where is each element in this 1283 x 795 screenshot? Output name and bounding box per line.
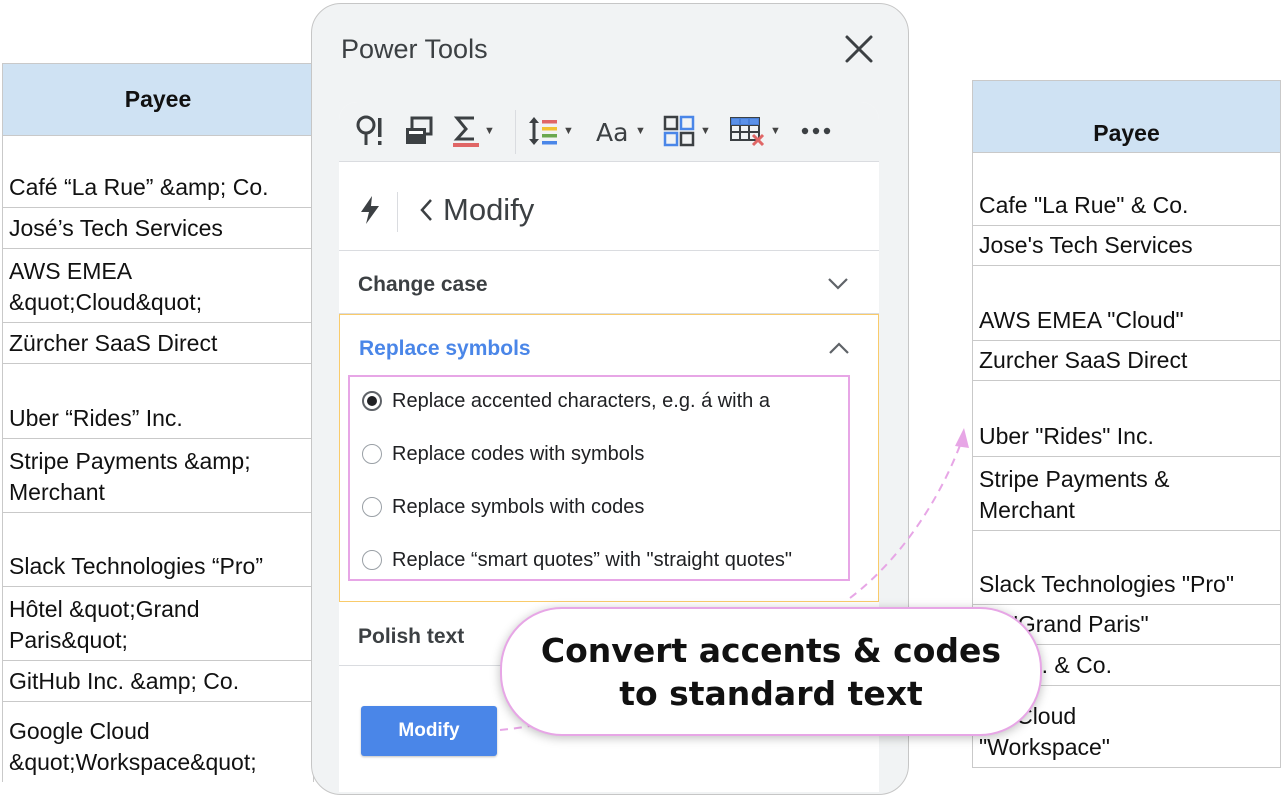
sheets-tool[interactable] (404, 114, 434, 148)
close-button[interactable] (842, 32, 876, 66)
chevron-down-icon: ▼ (484, 125, 495, 137)
table-row[interactable]: Uber "Rides" Inc. (973, 381, 1280, 457)
chevron-down-icon: ▼ (770, 125, 781, 137)
grid-icon (663, 115, 695, 147)
svg-text:Aa: Aa (596, 118, 628, 147)
radio[interactable] (362, 444, 382, 464)
callout-line: to standard text (619, 673, 923, 713)
more-tools-button[interactable] (801, 114, 831, 148)
column-header-payee[interactable]: Payee (3, 64, 313, 136)
callout-line: Convert accents & codes (540, 630, 1002, 670)
radio[interactable] (362, 497, 382, 517)
line-spacing-icon (529, 117, 557, 145)
chevron-down-icon: ▼ (700, 125, 711, 137)
callout-bubble: Convert accents & codes to standard text (500, 607, 1042, 736)
text-tool[interactable]: Aa ▼ (596, 114, 646, 148)
source-sheet: Payee Café “La Rue” &amp; Co. José’s Tec… (2, 63, 314, 782)
sum-icon (453, 116, 479, 147)
table-row[interactable]: Slack Technologies "Pro" (973, 531, 1280, 605)
chevron-down-icon: ▼ (635, 125, 646, 137)
close-icon (845, 35, 873, 63)
toolbar-divider (515, 110, 516, 154)
table-row[interactable]: Stripe Payments &amp; Merchant (3, 439, 313, 513)
replace-options-group: Replace accented characters, e.g. á with… (348, 375, 850, 581)
radio[interactable] (362, 550, 382, 570)
option-label: Replace “smart quotes” with "straight qu… (392, 548, 792, 571)
radio-selected[interactable] (362, 391, 382, 411)
panel-title: Power Tools (341, 34, 488, 64)
table-row[interactable]: AWS EMEA &quot;Cloud&quot; (3, 249, 313, 323)
table-row[interactable]: Uber “Rides” Inc. (3, 364, 313, 439)
page-title: Modify (443, 192, 535, 227)
section-change-case[interactable]: Change case (339, 251, 879, 314)
option-replace-accented[interactable]: Replace accented characters, e.g. á with… (362, 388, 770, 414)
toolbar: ▼ ▼ Aa ▼ ▼ ▼ (339, 102, 879, 162)
split-tool[interactable]: ▼ (663, 114, 711, 148)
table-row[interactable]: José’s Tech Services (3, 208, 313, 249)
line-spacing-tool[interactable]: ▼ (528, 114, 574, 148)
section-title[interactable]: Replace symbols (359, 337, 531, 361)
chevron-down-icon: ▼ (563, 125, 574, 137)
table-row[interactable]: Stripe Payments & Merchant (973, 457, 1280, 531)
clear-tool[interactable]: ▼ (729, 114, 781, 148)
modify-button[interactable]: Modify (361, 706, 497, 756)
option-smart-quotes[interactable]: Replace “smart quotes” with "straight qu… (362, 547, 792, 573)
table-row[interactable]: AWS EMEA "Cloud" (973, 266, 1280, 341)
nav-divider (397, 192, 398, 232)
nav-header: Modify (339, 162, 879, 251)
table-row[interactable]: Google Cloud &quot;Workspace&quot; (3, 702, 313, 782)
option-symbols-to-codes[interactable]: Replace symbols with codes (362, 494, 644, 520)
option-label: Replace symbols with codes (392, 495, 645, 518)
table-row[interactable]: GitHub Inc. &amp; Co. (3, 661, 313, 702)
option-codes-to-symbols[interactable]: Replace codes with symbols (362, 441, 644, 467)
table-row[interactable]: Zürcher SaaS Direct (3, 323, 313, 364)
flash-icon[interactable] (359, 195, 381, 225)
chevron-up-icon[interactable] (828, 341, 850, 355)
formulas-tool[interactable]: ▼ (453, 114, 495, 148)
section-title: Change case (358, 273, 488, 296)
more-icon (801, 127, 831, 135)
copy-sheet-icon (406, 116, 433, 144)
option-label: Replace accented characters, e.g. á with… (392, 389, 770, 412)
chevron-left-icon (420, 199, 432, 221)
table-row[interactable]: Slack Technologies “Pro” (3, 513, 313, 587)
table-row[interactable]: Cafe "La Rue" & Co. (973, 153, 1280, 226)
back-button[interactable]: Modify (419, 192, 535, 227)
find-icon (356, 115, 382, 145)
option-label: Replace codes with symbols (392, 442, 645, 465)
table-row[interactable]: Jose's Tech Services (973, 226, 1280, 266)
find-replace-tool[interactable] (355, 114, 387, 148)
table-row[interactable]: Hôtel &quot;Grand Paris&quot; (3, 587, 313, 661)
chevron-down-icon[interactable] (827, 277, 849, 291)
table-row[interactable]: Zurcher SaaS Direct (973, 341, 1280, 381)
text-case-icon: Aa (596, 118, 628, 147)
remove-columns-icon (730, 117, 765, 147)
section-title: Polish text (358, 625, 465, 648)
column-header-payee[interactable]: Payee (973, 81, 1280, 153)
section-replace-symbols: Replace symbols Replace accented charact… (339, 314, 879, 602)
table-row[interactable]: Café “La Rue” &amp; Co. (3, 136, 313, 208)
